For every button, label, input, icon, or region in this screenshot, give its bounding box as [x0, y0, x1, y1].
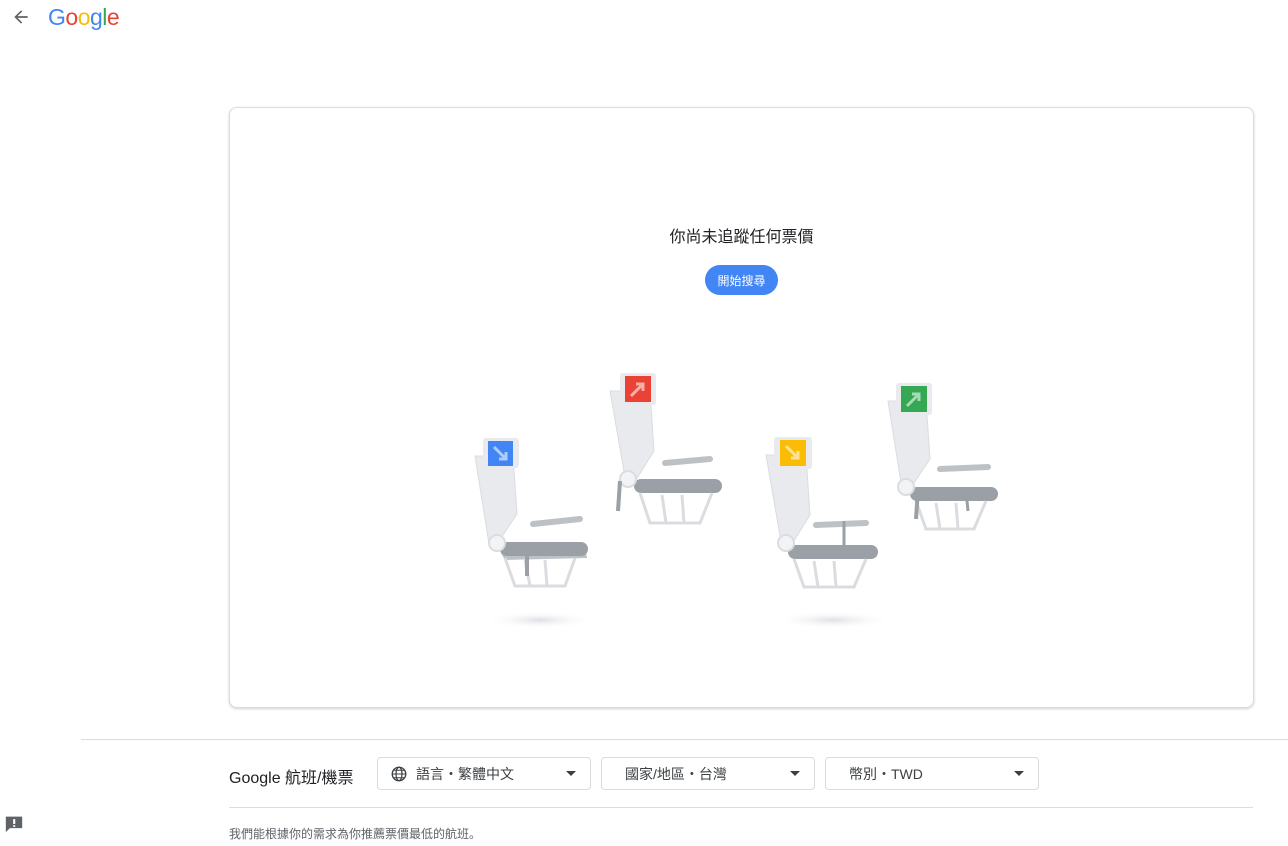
footer-brand: Google 航班/機票 — [229, 770, 354, 787]
region-select-label: 國家/地區・台灣 — [625, 765, 727, 782]
chevron-down-icon — [566, 771, 576, 776]
airplane-seats-illustration — [470, 363, 1010, 643]
empty-state-title: 你尚未追蹤任何票價 — [669, 229, 814, 246]
start-search-button[interactable]: 開始搜尋 — [705, 265, 778, 295]
seat-red — [609, 373, 722, 525]
logo-letter-g: G — [48, 4, 66, 30]
logo-letter-o1: o — [65, 4, 78, 30]
seat-green — [887, 383, 998, 531]
footer-top-divider — [81, 739, 1288, 740]
currency-select[interactable]: 幣別・TWD — [825, 757, 1039, 790]
logo-letter-e: e — [106, 4, 120, 30]
seat-blue — [474, 438, 588, 588]
language-select[interactable]: 語言・繁體中文 — [377, 757, 591, 790]
tracked-prices-card: 你尚未追蹤任何票價 開始搜尋 — [229, 107, 1254, 708]
logo-letter-g2: g — [89, 4, 103, 30]
arrow-back-icon — [11, 7, 31, 32]
currency-select-label: 幣別・TWD — [849, 765, 923, 782]
seat-shadow — [485, 611, 595, 629]
seat-yellow — [765, 437, 878, 589]
chevron-down-icon — [1014, 771, 1024, 776]
feedback-button[interactable] — [3, 816, 25, 836]
language-select-label: 語言・繁體中文 — [416, 765, 514, 782]
google-logo[interactable]: Google — [48, 4, 120, 31]
chevron-down-icon — [790, 771, 800, 776]
seat-shadow — [773, 611, 893, 629]
region-select[interactable]: 國家/地區・台灣 — [601, 757, 815, 790]
feedback-icon — [4, 815, 24, 838]
back-button[interactable] — [8, 6, 34, 32]
globe-icon — [390, 765, 408, 783]
top-bar: Google — [0, 0, 1288, 40]
footer-note: 我們能根據你的需求為你推薦票價最低的航班。 — [229, 827, 482, 841]
footer-divider — [229, 807, 1253, 808]
logo-letter-o2: o — [77, 4, 91, 30]
